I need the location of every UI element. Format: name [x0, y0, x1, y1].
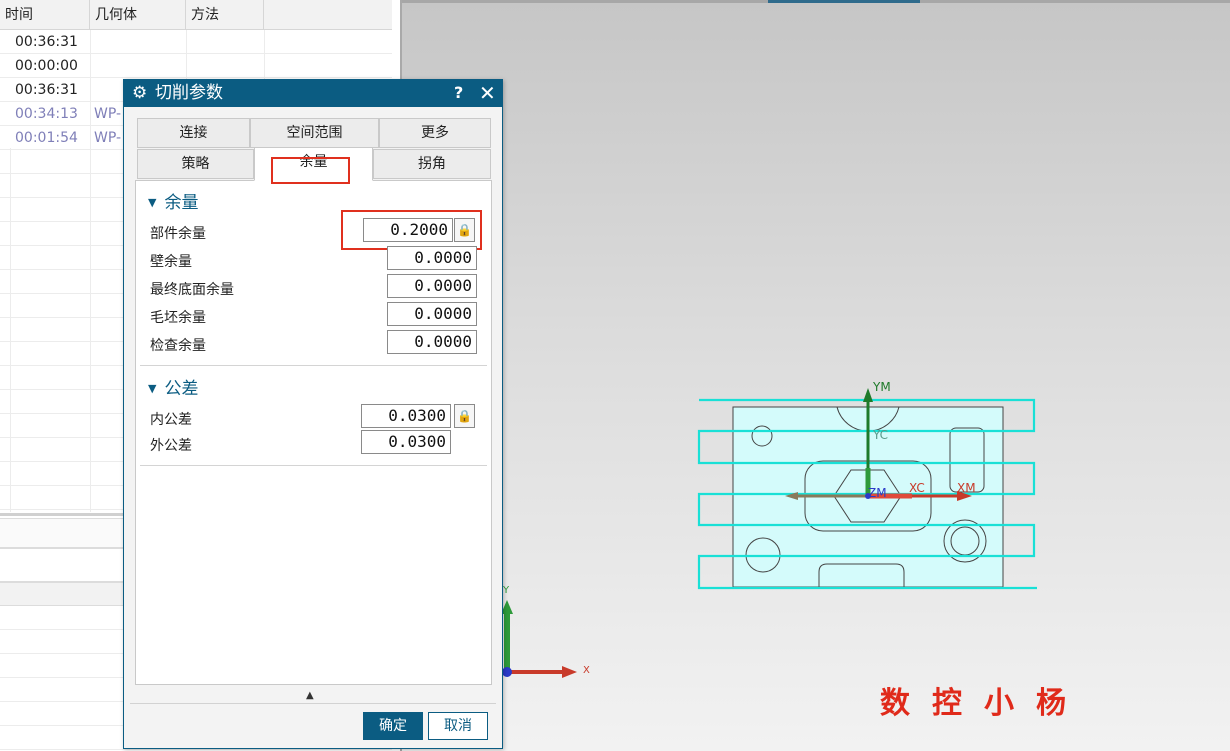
row-time: 00:36:31	[15, 34, 78, 50]
triad-z-axis	[502, 667, 512, 677]
highlight-box-tab	[271, 157, 350, 184]
ok-button[interactable]: 确定	[363, 712, 423, 740]
table-row[interactable]: 00:00:00	[0, 54, 392, 78]
row-geometry: WP-	[94, 130, 122, 146]
footer-divider	[130, 703, 496, 704]
intol-input[interactable]: 0.0300	[361, 404, 451, 428]
navigator-header: 时间 几何体 方法	[0, 0, 392, 30]
final-floor-stock-input[interactable]: 0.0000	[387, 274, 477, 298]
section-divider	[140, 365, 487, 366]
column-header-method[interactable]: 方法	[186, 0, 264, 30]
row-time: 00:34:13	[15, 106, 78, 122]
outtol-label: 外公差	[150, 438, 192, 454]
part-model[interactable]	[402, 0, 1230, 751]
column-header-time[interactable]: 时间	[0, 0, 90, 30]
blank-stock-input[interactable]: 0.0000	[387, 302, 477, 326]
tab-connect[interactable]: 连接	[137, 118, 250, 148]
section-divider	[140, 465, 487, 466]
dialog-title: 切削参数	[155, 83, 223, 103]
collapse-triangle-icon: ▼	[148, 382, 157, 395]
row-time: 00:00:00	[15, 58, 78, 74]
outtol-input[interactable]: 0.0300	[361, 430, 451, 454]
section-tolerance-header[interactable]: ▼ 公差	[148, 374, 198, 399]
cutting-parameters-dialog: ⚙ 切削参数 ? ✕ 连接 空间范围 更多 策略 余量 拐角 ▼ 余量 部件余量 …	[123, 79, 503, 749]
xm-label: XM	[957, 481, 976, 495]
row-geometry: WP-	[94, 106, 122, 122]
cancel-button[interactable]: 取消	[428, 712, 488, 740]
intol-label: 内公差	[150, 412, 192, 428]
tab-panel-stock: ▼ 余量 部件余量 0.2000 🔒 壁余量 0.0000 最终底面余量 0.00…	[135, 180, 492, 685]
highlight-box-part-stock	[341, 210, 482, 250]
watermark-text: 数控小杨	[880, 686, 1088, 721]
section-tolerance-title: 公差	[164, 379, 199, 399]
help-icon[interactable]: ?	[454, 82, 463, 104]
blank-stock-label: 毛坯余量	[150, 310, 206, 326]
yc-label: YC	[873, 428, 889, 442]
triad-y-label: Y	[503, 585, 510, 596]
check-stock-label: 检查余量	[150, 338, 206, 354]
dialog-titlebar[interactable]: ⚙ 切削参数 ? ✕	[124, 80, 502, 107]
column-header-geometry[interactable]: 几何体	[90, 0, 186, 30]
xc-label: XC	[909, 481, 925, 495]
graphics-window[interactable]: YM YC ZM XC XM Y X	[400, 0, 1230, 751]
tab-more[interactable]: 更多	[379, 118, 491, 148]
part-stock-label: 部件余量	[150, 226, 206, 242]
tab-spatial-range[interactable]: 空间范围	[250, 118, 379, 148]
collapse-up-icon[interactable]: ▲	[306, 690, 314, 701]
collapse-triangle-icon: ▼	[148, 196, 157, 209]
zm-label: ZM	[868, 486, 887, 500]
table-row[interactable]: 00:36:31	[0, 30, 392, 54]
check-stock-input[interactable]: 0.0000	[387, 330, 477, 354]
wall-stock-input[interactable]: 0.0000	[387, 246, 477, 270]
final-floor-stock-label: 最终底面余量	[150, 282, 234, 298]
wall-stock-label: 壁余量	[150, 254, 192, 270]
triad-x-label: X	[583, 665, 590, 676]
tab-strategy[interactable]: 策略	[137, 149, 254, 179]
close-icon[interactable]: ✕	[479, 80, 496, 106]
ym-label: YM	[873, 380, 891, 394]
lock-icon[interactable]: 🔒	[454, 404, 475, 428]
row-time: 00:36:31	[15, 82, 78, 98]
gear-icon: ⚙	[132, 83, 148, 103]
section-stock-title: 余量	[164, 193, 199, 213]
tab-corner[interactable]: 拐角	[373, 149, 491, 179]
row-time: 00:01:54	[15, 130, 78, 146]
section-stock-header[interactable]: ▼ 余量	[148, 188, 198, 213]
